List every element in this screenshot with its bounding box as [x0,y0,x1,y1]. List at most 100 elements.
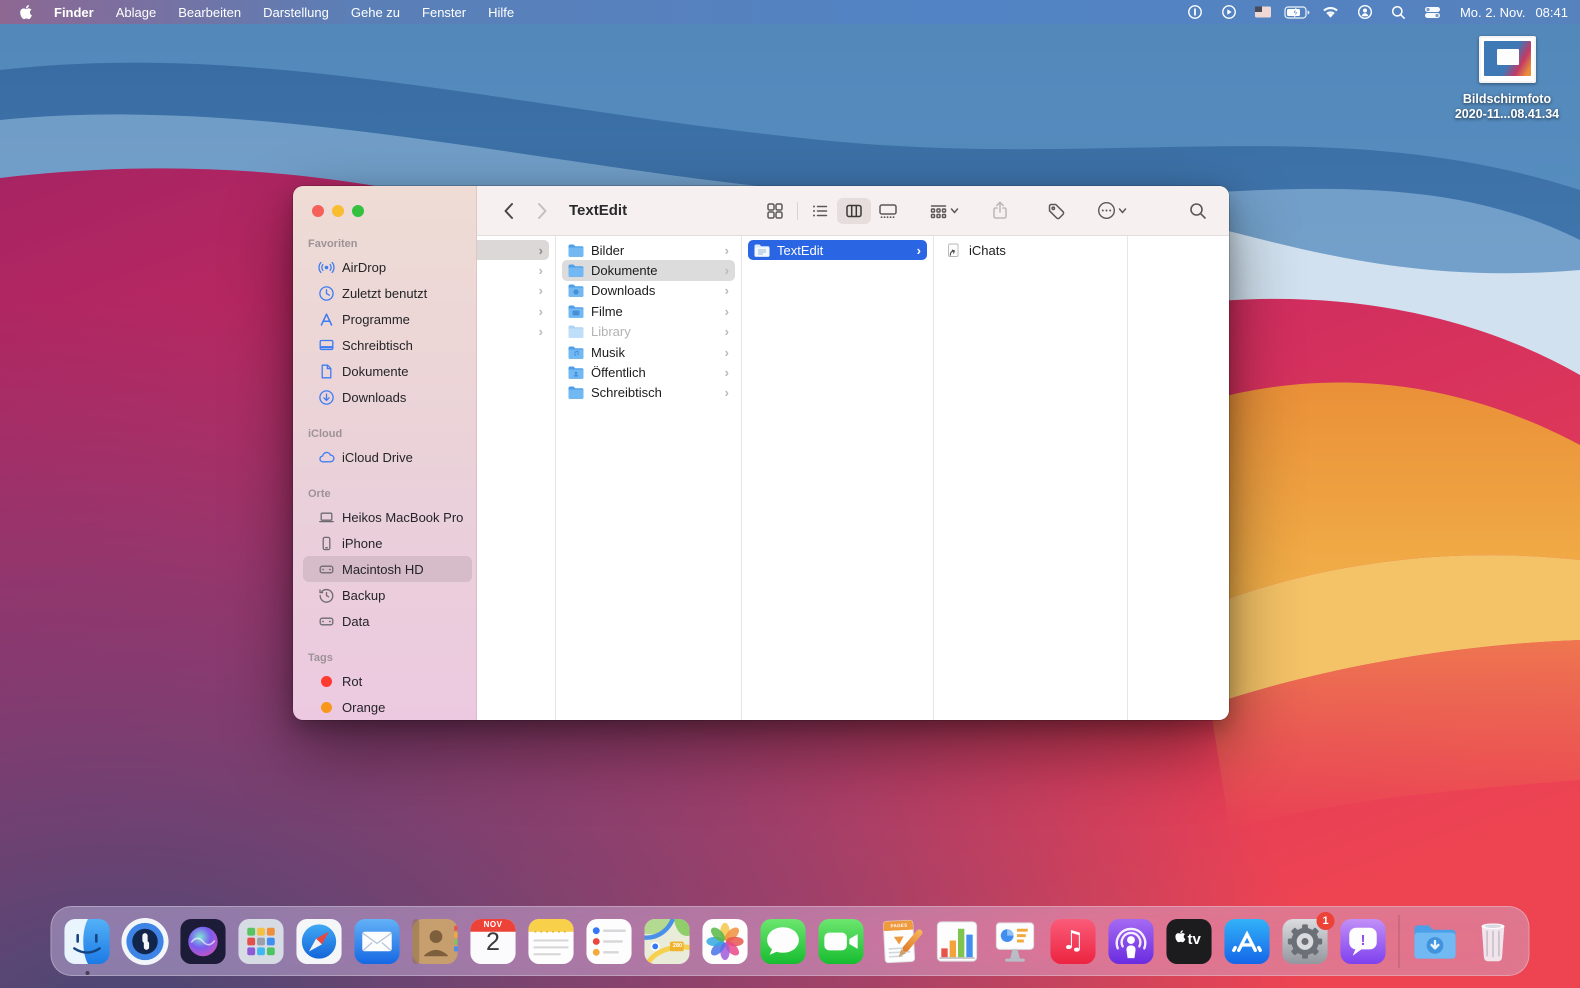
wifi-icon[interactable] [1318,0,1344,24]
folder-row-schreibtisch[interactable]: Schreibtisch › [562,383,735,403]
dock-numbers[interactable] [932,916,983,967]
desktop-screenshot-file[interactable]: Bildschirmfoto 2020-11...08.41.34 [1440,36,1574,122]
column-view-button[interactable] [837,198,871,224]
clock-icon [318,285,335,302]
folder-row-filme[interactable]: Filme › [562,301,735,321]
dock-facetime[interactable] [816,916,867,967]
icon-view-button[interactable] [758,198,792,224]
sidebar-item-tag-rot[interactable]: Rot [303,668,472,694]
menu-hilfe[interactable]: Hilfe [477,0,525,24]
group-by-button[interactable] [927,198,961,224]
apple-menu[interactable] [12,0,43,24]
dock-reminders[interactable] [584,916,635,967]
dock-photos[interactable] [700,916,751,967]
laptop-icon [318,509,335,526]
sidebar-item-downloads[interactable]: Downloads [303,384,472,410]
folder-row-dokumente[interactable]: Dokumente › [562,260,735,280]
menu-bearbeiten[interactable]: Bearbeiten [167,0,252,24]
share-button[interactable] [983,198,1017,224]
back-button[interactable] [495,198,521,224]
chevron-right-icon: › [539,264,543,277]
dock-tv[interactable]: tv [1164,916,1215,967]
sidebar-item-zuletzt-benutzt[interactable]: Zuletzt benutzt [303,280,472,306]
dock-siri[interactable] [178,916,229,967]
dock-mail[interactable] [352,916,403,967]
tag-button[interactable] [1039,198,1073,224]
user-account-icon[interactable] [1352,0,1378,24]
sidebar-item-macbook[interactable]: Heikos MacBook Pro [303,504,472,530]
dock-feedback-assistant[interactable]: ! [1338,916,1389,967]
more-options-button[interactable] [1095,198,1129,224]
folder-row-textedit-selected[interactable]: TextEdit › [748,240,927,260]
gallery-view-button[interactable] [871,198,905,224]
dock-maps[interactable]: 280 [642,916,693,967]
column1-row[interactable]: › [477,260,549,280]
sidebar-label: Orange [342,700,385,715]
input-source-icon[interactable] [1250,0,1276,24]
folder-row-downloads[interactable]: Downloads › [562,281,735,301]
file-row-ichats[interactable]: iChats [940,240,1121,260]
sidebar-item-schreibtisch[interactable]: Schreibtisch [303,332,472,358]
dock-calendar[interactable]: NOV 2 [468,916,519,967]
sidebar-item-tag-orange[interactable]: Orange [303,694,472,720]
finder-toolbar: TextEdit [477,186,1229,236]
chevron-down-icon [1118,206,1127,215]
sidebar-item-iphone[interactable]: iPhone [303,530,472,556]
sidebar-item-data[interactable]: Data [303,608,472,634]
folder-row-musik[interactable]: Musik › [562,342,735,362]
menu-darstellung[interactable]: Darstellung [252,0,340,24]
menu-finder[interactable]: Finder [43,0,105,24]
column1-row[interactable]: › [477,301,549,321]
column1-row[interactable]: › [477,322,549,342]
folder-row-oeffentlich[interactable]: Öffentlich › [562,362,735,382]
list-view-button[interactable] [803,198,837,224]
close-button[interactable] [312,205,324,217]
dock-trash[interactable] [1468,916,1519,967]
dock-safari[interactable] [294,916,345,967]
sidebar-section-tags: Tags [293,648,476,668]
folder-row-bilder[interactable]: Bilder › [562,240,735,260]
sidebar-label: Dokumente [342,364,408,379]
dock-app-store[interactable] [1222,916,1273,967]
column-home: Bilder › Dokumente › Downloads › Filme › [556,236,742,720]
column1-row[interactable]: › [477,281,549,301]
sidebar-item-programme[interactable]: Programme [303,306,472,332]
control-center-icon[interactable] [1420,0,1446,24]
battery-charging-icon[interactable] [1284,0,1310,24]
menu-fenster[interactable]: Fenster [411,0,477,24]
zoom-button[interactable] [352,205,364,217]
dock-notes[interactable] [526,916,577,967]
sidebar-label: Programme [342,312,410,327]
dock-keynote[interactable] [990,916,1041,967]
menu-gehe-zu[interactable]: Gehe zu [340,0,411,24]
menu-ablage[interactable]: Ablage [105,0,167,24]
dock-downloads-folder[interactable] [1410,916,1461,967]
dock-1password[interactable] [120,916,171,967]
dock-system-preferences[interactable]: 1 [1280,916,1331,967]
sidebar-item-airdrop[interactable]: AirDrop [303,254,472,280]
minimize-button[interactable] [332,205,344,217]
spotlight-icon[interactable] [1386,0,1412,24]
group-menu [927,198,961,224]
dock-music[interactable]: ♫ [1048,916,1099,967]
dock-podcasts[interactable] [1106,916,1157,967]
play-circle-icon[interactable] [1216,0,1242,24]
folder-row-library[interactable]: Library › [562,322,735,342]
sidebar-item-macintosh-hd[interactable]: Macintosh HD [303,556,472,582]
forward-button[interactable] [529,198,555,224]
dock-finder[interactable] [62,916,113,967]
dock-contacts[interactable] [410,916,461,967]
column1-row-selected[interactable]: › [477,240,549,260]
sidebar-item-icloud-drive[interactable]: iCloud Drive [303,444,472,470]
dock-pages[interactable]: PAGES [874,916,925,967]
dock-messages[interactable] [758,916,809,967]
sidebar-item-dokumente[interactable]: Dokumente [303,358,472,384]
power-circle-icon[interactable] [1182,0,1208,24]
sidebar-item-backup[interactable]: Backup [303,582,472,608]
folder-name: Schreibtisch [591,385,662,400]
menu-bar-clock[interactable]: Mo. 2. Nov. 08:41 [1454,5,1568,20]
chevron-right-icon: › [725,284,729,297]
search-button[interactable] [1181,198,1215,224]
chevron-right-icon: › [725,346,729,359]
dock-launchpad[interactable] [236,916,287,967]
